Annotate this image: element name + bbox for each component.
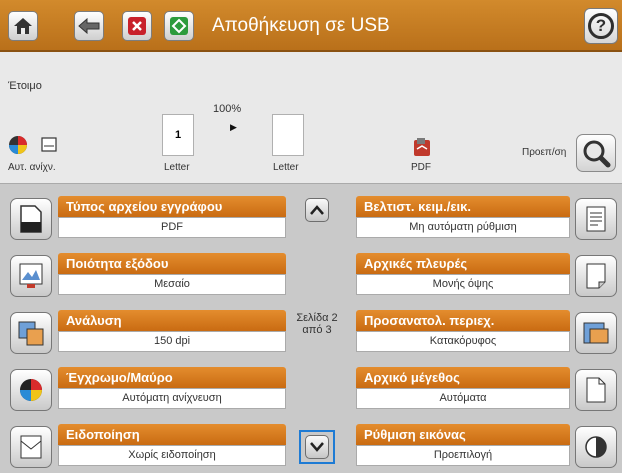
back-arrow-icon [78,18,100,34]
stop-icon [128,17,146,35]
page-size-icon [586,377,606,403]
page-thumbnail-2[interactable] [272,114,304,156]
option-text-picture-optimize[interactable]: Βελτιστ. κειμ./εικ. Μη αυτόματη ρύθμιση [0,196,622,244]
home-icon [14,18,32,34]
pdf-file-icon [414,138,430,156]
content-orientation-button[interactable] [575,312,617,354]
status-text: Έτοιμο [8,80,42,92]
option-original-sides[interactable]: Αρχικές πλευρές Μονής όψης [0,253,622,301]
color-wheel-icon [9,136,57,154]
format-label: PDF [411,162,431,173]
image-adjustment-value: Προεπιλογή [356,445,570,466]
content-orientation-value: Κατακόρυφος [356,331,570,352]
start-icon [170,17,188,35]
image-adjustment-title: Ρύθμιση εικόνας [356,424,570,445]
page-thumbnail-1[interactable]: 1 [162,114,194,156]
original-size-title: Αρχικό μέγεθος [356,367,570,388]
next-page-arrow-icon[interactable]: ▶ [230,122,237,133]
preview-button[interactable] [576,134,616,172]
content-orientation-title: Προσανατολ. περιεχ. [356,310,570,331]
original-size-button[interactable] [575,369,617,411]
text-picture-optimize-button[interactable] [575,198,617,240]
option-image-adjustment[interactable]: Ρύθμιση εικόνας Προεπιλογή [0,424,622,472]
original-sides-value: Μονής όψης [356,274,570,295]
title-bar: Αποθήκευση σε USB ? [0,0,622,52]
preview-label: Προεπ/ση [522,147,567,158]
original-size-value: Αυτόματα [356,388,570,409]
help-button[interactable]: ? [584,8,618,44]
page-title: Αποθήκευση σε USB [212,15,390,36]
image-adjustment-button[interactable] [575,426,617,468]
option-original-size[interactable]: Αρχικό μέγεθος Αυτόματα [0,367,622,415]
help-icon: ? [588,13,614,39]
image-adjust-icon [585,436,607,458]
page1-size-label: Letter [164,162,190,173]
page-number: 1 [174,129,182,141]
text-optimize-icon [586,206,606,232]
text-picture-optimize-value: Μη αυτόματη ρύθμιση [356,217,570,238]
original-sides-button[interactable] [575,255,617,297]
original-sides-title: Αρχικές πλευρές [356,253,570,274]
orientation-icon [583,322,609,344]
sides-icon [586,263,606,289]
home-button[interactable] [8,11,38,41]
page2-size-label: Letter [273,162,299,173]
auto-color-indicator [8,134,60,156]
text-picture-optimize-title: Βελτιστ. κειμ./εικ. [356,196,570,217]
zoom-level: 100% [213,103,242,115]
back-button[interactable] [74,11,104,41]
option-content-orientation[interactable]: Προσανατολ. περιεχ. Κατακόρυφος [0,310,622,358]
start-button[interactable] [164,11,194,41]
stop-button[interactable] [122,11,152,41]
auto-color-label: Αυτ. ανίχν. [8,162,56,173]
magnifier-icon [583,140,611,168]
